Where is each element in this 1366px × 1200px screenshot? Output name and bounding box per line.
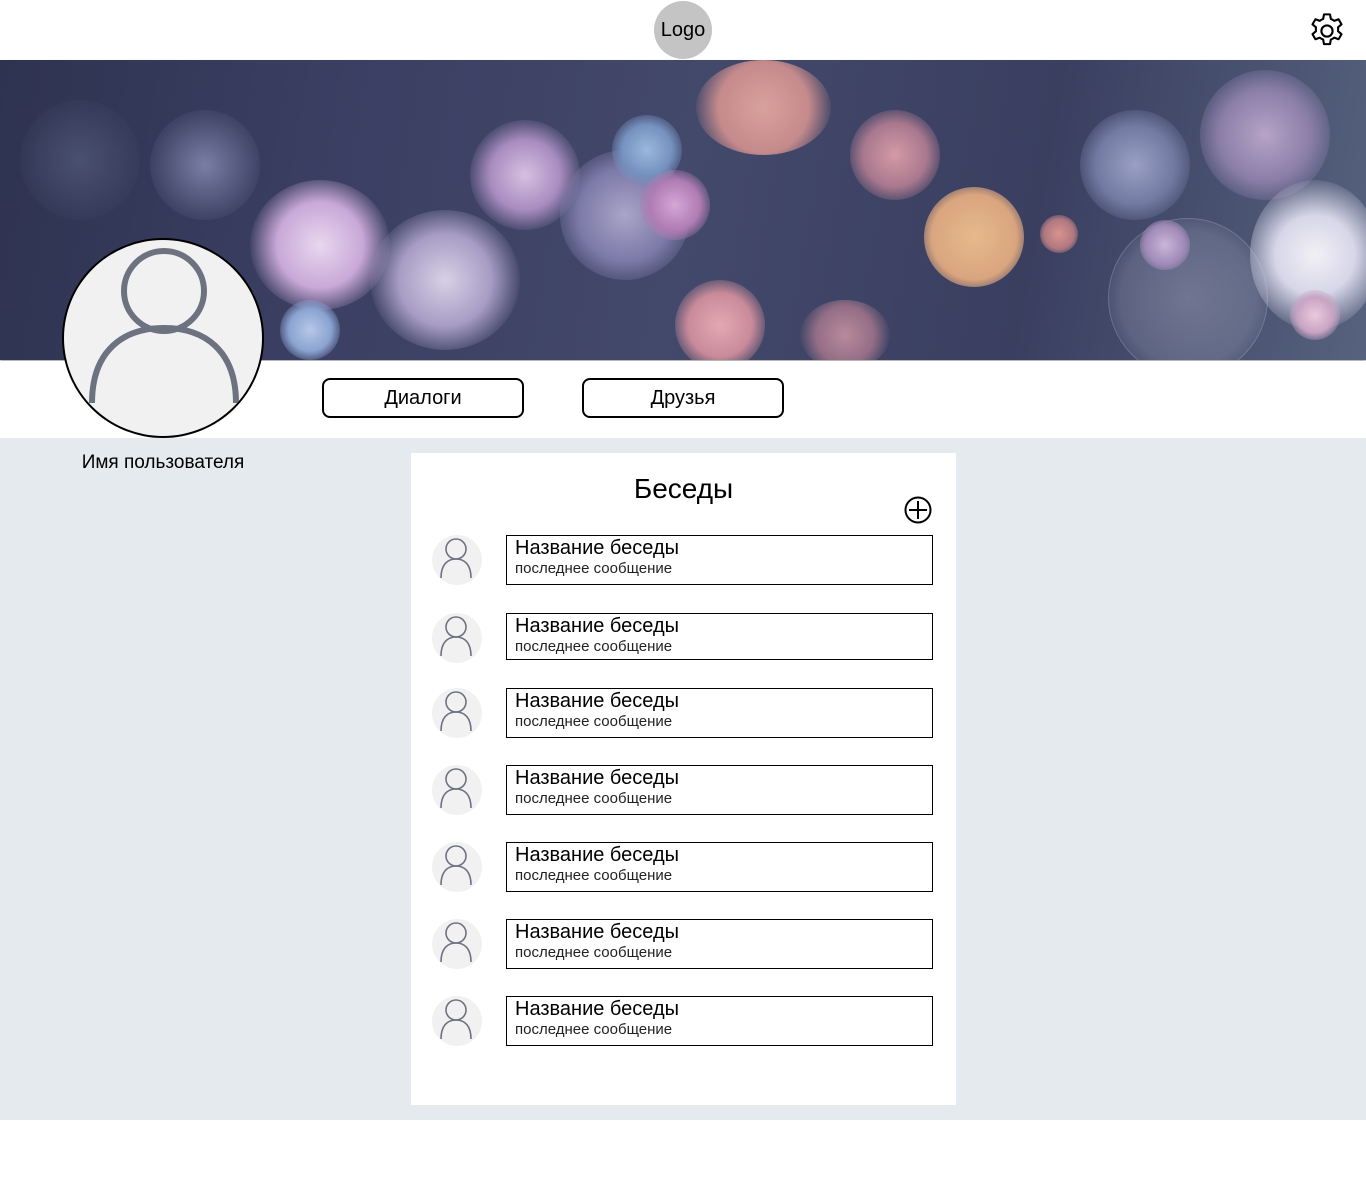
- user-icon: [440, 616, 472, 657]
- bokeh-light: [250, 180, 390, 310]
- conversation-name: Название беседы: [515, 537, 680, 559]
- conversation-last-message: последнее сообщение: [515, 638, 673, 655]
- bokeh-light: [800, 300, 890, 360]
- conversation-item[interactable]: Название беседы последнее сообщение: [411, 688, 956, 738]
- conversation-card[interactable]: Название беседы последнее сообщение: [506, 842, 933, 892]
- conversation-last-message: последнее сообщение: [515, 944, 673, 961]
- conversation-card[interactable]: Название беседы последнее сообщение: [506, 765, 933, 815]
- conversation-item[interactable]: Название беседы последнее сообщение: [411, 842, 956, 892]
- user-icon: [440, 922, 472, 963]
- conversation-card[interactable]: Название беседы последнее сообщение: [506, 919, 933, 969]
- conversation-card[interactable]: Название беседы последнее сообщение: [506, 996, 933, 1046]
- profile-avatar[interactable]: [62, 238, 264, 438]
- user-icon: [440, 845, 472, 886]
- conversation-avatar: [432, 765, 482, 815]
- conversation-last-message: последнее сообщение: [515, 867, 673, 884]
- user-icon: [89, 248, 239, 404]
- user-icon: [440, 768, 472, 809]
- conversation-last-message: последнее сообщение: [515, 1021, 673, 1038]
- bokeh-light: [675, 280, 765, 360]
- username: Имя пользователя: [81, 452, 245, 473]
- bokeh-light: [850, 110, 940, 200]
- logo[interactable]: Logo: [654, 1, 712, 59]
- conversation-last-message: последнее сообщение: [515, 790, 673, 807]
- conversation-item[interactable]: Название беседы последнее сообщение: [411, 919, 956, 969]
- conversation-card[interactable]: Название беседы последнее сообщение: [506, 535, 933, 585]
- bokeh-light: [370, 210, 520, 350]
- bokeh-light: [696, 60, 831, 155]
- bokeh-light: [1140, 220, 1190, 270]
- bokeh-light: [20, 100, 140, 220]
- conversation-name: Название беседы: [515, 998, 680, 1020]
- conversation-avatar: [432, 535, 482, 585]
- conversation-name: Название беседы: [515, 767, 680, 789]
- panel-title: Беседы: [633, 473, 734, 504]
- bokeh-light: [1080, 110, 1190, 220]
- conversation-item[interactable]: Название беседы последнее сообщение: [411, 613, 956, 663]
- conversation-avatar: [432, 996, 482, 1046]
- conversation-card[interactable]: Название беседы последнее сообщение: [506, 613, 933, 660]
- conversation-name: Название беседы: [515, 844, 680, 866]
- conversation-avatar: [432, 842, 482, 892]
- conversation-last-message: последнее сообщение: [515, 560, 673, 577]
- conversation-avatar: [432, 919, 482, 969]
- conversation-name: Название беседы: [515, 615, 680, 637]
- bokeh-light: [924, 187, 1024, 287]
- conversation-item[interactable]: Название беседы последнее сообщение: [411, 996, 956, 1046]
- dialogs-button[interactable]: Диалоги: [322, 378, 524, 418]
- bokeh-light: [640, 170, 710, 240]
- bokeh-light: [280, 300, 340, 360]
- user-icon: [440, 999, 472, 1040]
- bokeh-light: [1040, 215, 1078, 253]
- conversation-name: Название беседы: [515, 690, 680, 712]
- conversations-panel: Беседы Название беседы последнее сообщен…: [411, 453, 956, 1105]
- conversation-avatar: [432, 688, 482, 738]
- conversation-last-message: последнее сообщение: [515, 713, 673, 730]
- conversation-name: Название беседы: [515, 921, 680, 943]
- gear-icon[interactable]: [1306, 10, 1348, 52]
- plus-circle-icon[interactable]: [903, 495, 933, 525]
- bokeh-light: [150, 110, 260, 220]
- conversation-avatar: [432, 613, 482, 663]
- conversation-item[interactable]: Название беседы последнее сообщение: [411, 535, 956, 585]
- bokeh-light: [1290, 290, 1340, 340]
- conversation-card[interactable]: Название беседы последнее сообщение: [506, 688, 933, 738]
- conversation-item[interactable]: Название беседы последнее сообщение: [411, 765, 956, 815]
- friends-button[interactable]: Друзья: [582, 378, 784, 418]
- top-bar: Logo: [0, 0, 1366, 60]
- user-icon: [440, 691, 472, 732]
- user-icon: [440, 538, 472, 579]
